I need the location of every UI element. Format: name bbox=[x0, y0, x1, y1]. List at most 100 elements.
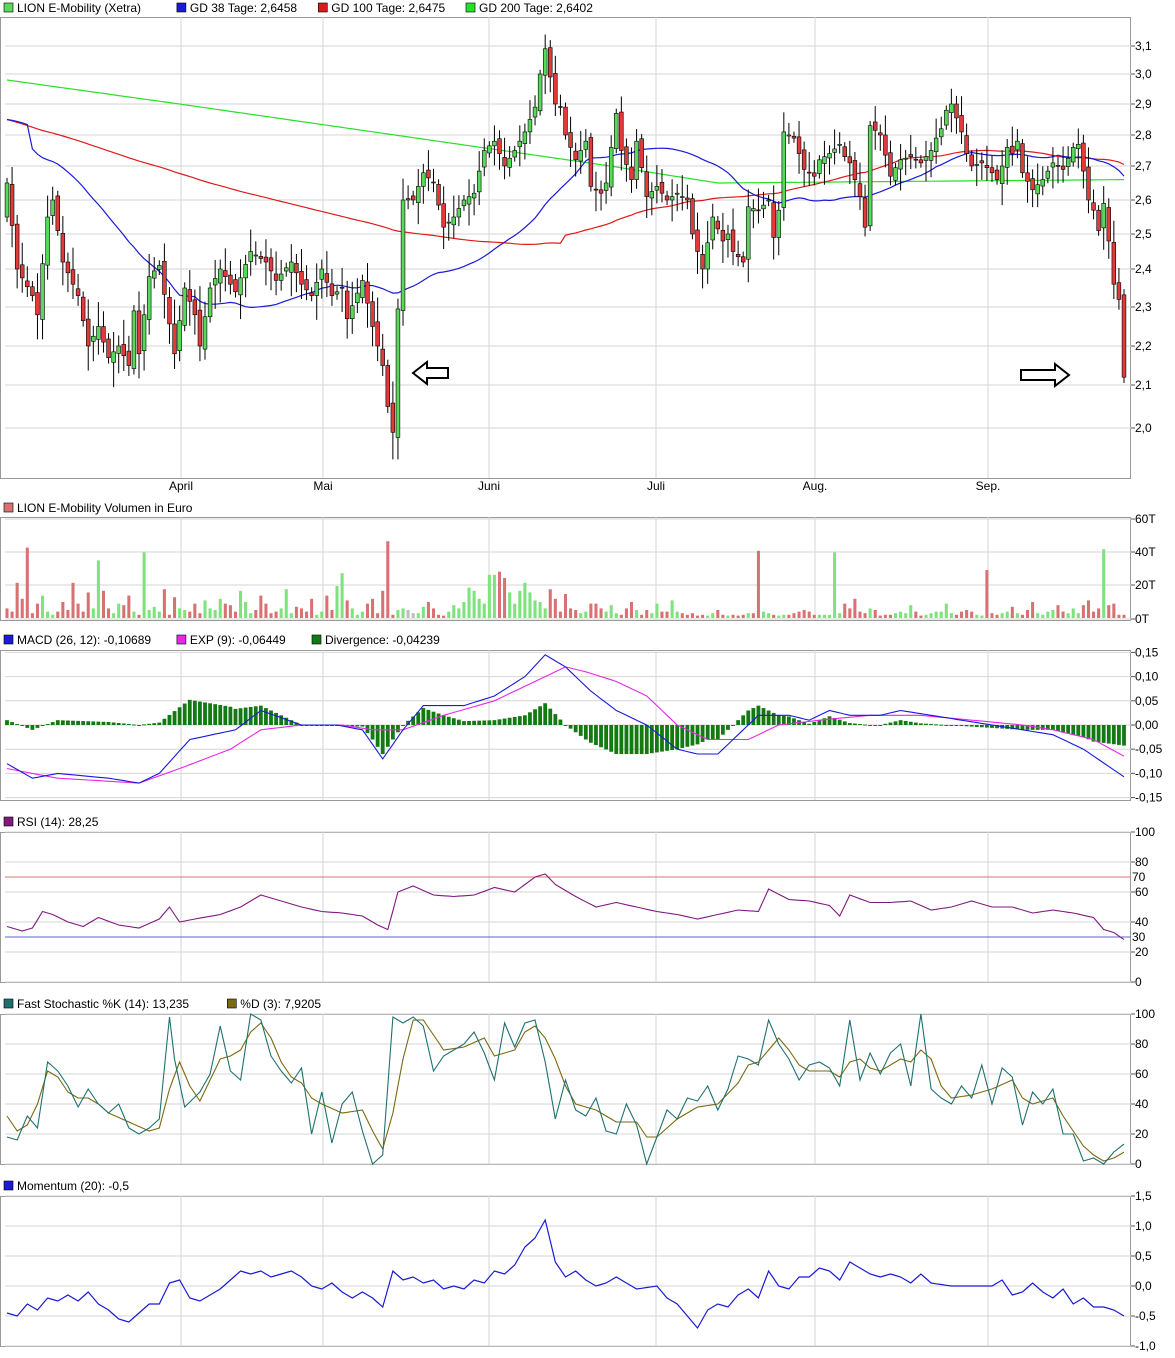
volume-bar bbox=[695, 615, 700, 618]
price-axis-label: 2,4 bbox=[1135, 262, 1152, 276]
divergence-bar bbox=[761, 708, 766, 725]
divergence-bar bbox=[66, 720, 70, 725]
divergence-bar bbox=[583, 725, 588, 740]
volume-bar bbox=[802, 610, 806, 618]
volume-bar bbox=[10, 611, 14, 618]
volume-bar bbox=[538, 602, 542, 618]
candle-up bbox=[182, 287, 187, 326]
divergence-bar bbox=[1071, 725, 1076, 735]
volume-bar bbox=[1005, 611, 1009, 618]
candle-down bbox=[1106, 207, 1111, 242]
volume-bar bbox=[107, 608, 111, 618]
candle-up bbox=[416, 186, 421, 204]
volume-bar bbox=[711, 613, 715, 618]
volume-bar bbox=[721, 614, 725, 618]
volume-bar bbox=[254, 610, 258, 618]
volume-bar bbox=[442, 615, 446, 618]
candle-down bbox=[30, 286, 35, 296]
volume-bar bbox=[452, 605, 456, 618]
volume-bar bbox=[716, 610, 720, 618]
candle-down bbox=[70, 269, 76, 285]
divergence-bar bbox=[619, 725, 624, 755]
candle-down bbox=[852, 160, 858, 180]
legend-label: RSI (14): 28,25 bbox=[17, 815, 99, 829]
x-axis-month-label: Aug. bbox=[803, 479, 828, 493]
divergence-bar bbox=[654, 725, 659, 753]
volume-bar bbox=[1092, 611, 1096, 618]
candle-up bbox=[634, 140, 639, 180]
volume-bar bbox=[812, 614, 816, 618]
volume-bar bbox=[223, 603, 227, 618]
candle-up bbox=[278, 273, 284, 281]
volume-bar bbox=[112, 613, 116, 618]
price-axis-label: 2,8 bbox=[1135, 128, 1152, 142]
candle-up bbox=[421, 172, 426, 187]
divergence-bar bbox=[847, 723, 852, 725]
volume-bar bbox=[1000, 613, 1004, 618]
candle-up bbox=[400, 199, 406, 311]
candle-up bbox=[893, 167, 898, 181]
divergence-bar bbox=[162, 718, 167, 725]
candle-up bbox=[212, 278, 218, 286]
divergence-bar bbox=[939, 724, 944, 726]
volume-bar bbox=[269, 613, 273, 618]
candle-up bbox=[1045, 170, 1051, 179]
candle-up bbox=[319, 268, 324, 280]
candle-down bbox=[756, 209, 761, 212]
macd-axis-label: 0,05 bbox=[1135, 694, 1159, 708]
volume-bar bbox=[960, 611, 964, 618]
volume-bar bbox=[264, 603, 268, 618]
candle-down bbox=[294, 263, 299, 274]
volume-bar bbox=[503, 578, 507, 618]
candle-up bbox=[603, 182, 609, 191]
volume-bar bbox=[1046, 611, 1050, 618]
volume-bar bbox=[46, 611, 50, 618]
candle-down bbox=[55, 195, 60, 231]
legend-swatch bbox=[3, 816, 14, 827]
divergence-bar bbox=[924, 723, 928, 725]
volume-bar bbox=[645, 610, 649, 618]
candle-up bbox=[939, 128, 944, 138]
candle-up bbox=[532, 106, 538, 118]
candle-up bbox=[1050, 162, 1056, 168]
candle-up bbox=[1076, 144, 1081, 149]
candle-down bbox=[324, 273, 330, 283]
divergence-bar bbox=[167, 714, 172, 725]
candle-up bbox=[476, 170, 482, 193]
price-axis-label: 2,9 bbox=[1135, 97, 1152, 111]
volume-bar bbox=[25, 547, 29, 618]
candle-down bbox=[695, 229, 700, 252]
divergence-bar bbox=[106, 721, 111, 725]
volume-bar bbox=[20, 598, 24, 618]
volume-bar bbox=[340, 573, 344, 618]
divergence-bar bbox=[974, 725, 979, 727]
legend-swatch bbox=[227, 998, 237, 1009]
volume-bar bbox=[919, 615, 923, 618]
candle-down bbox=[715, 220, 721, 230]
candle-up bbox=[146, 276, 152, 320]
divergence-bar bbox=[187, 699, 192, 725]
volume-bar bbox=[492, 574, 496, 618]
candle-up bbox=[243, 264, 248, 279]
candle-down bbox=[263, 256, 269, 263]
divergence-bar bbox=[604, 725, 609, 750]
volume-bar bbox=[1071, 608, 1075, 618]
divergence-bar bbox=[873, 725, 878, 726]
divergence-bar bbox=[893, 721, 898, 725]
volume-bar bbox=[406, 610, 410, 618]
legend-label: LION E-Mobility (Xetra) bbox=[17, 1, 141, 15]
candle-up bbox=[1101, 203, 1106, 229]
candle-down bbox=[918, 159, 924, 164]
divergence-bar bbox=[883, 723, 888, 725]
candle-up bbox=[751, 208, 756, 212]
divergence-bar bbox=[269, 710, 273, 725]
volume-bar bbox=[305, 611, 309, 618]
candle-up bbox=[822, 156, 827, 164]
candle-up bbox=[1005, 147, 1010, 168]
volume-bar bbox=[183, 610, 187, 618]
volume-bar bbox=[782, 614, 786, 618]
volume-bar bbox=[320, 611, 324, 618]
divergence-bar bbox=[258, 705, 263, 725]
volume-bar bbox=[1117, 614, 1121, 618]
divergence-bar bbox=[416, 712, 421, 725]
